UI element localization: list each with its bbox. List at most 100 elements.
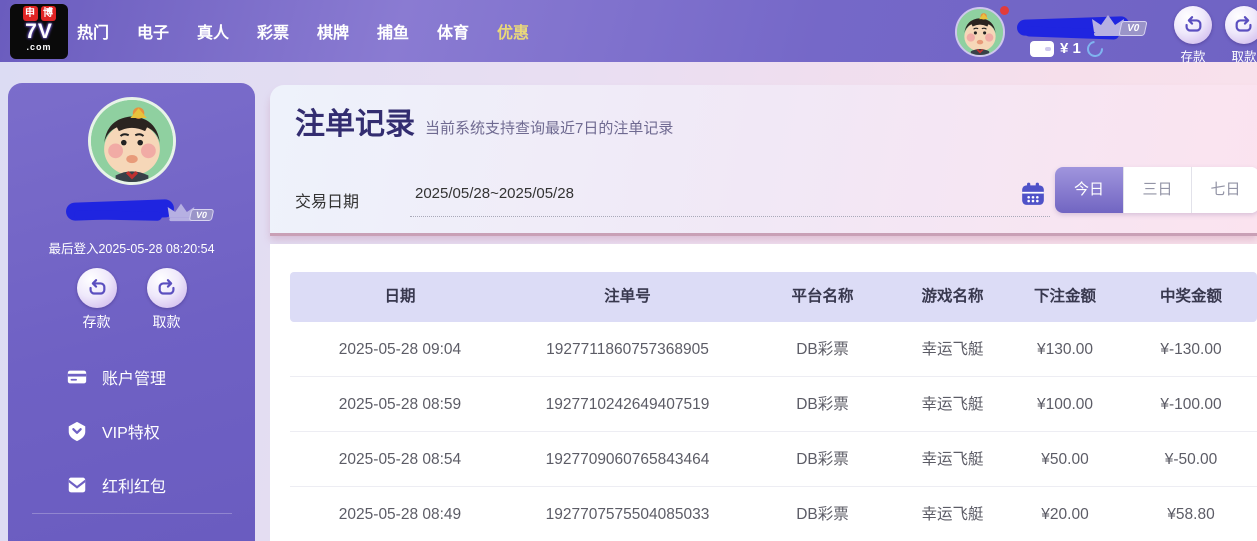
table-cell: 1927710242649407519 <box>545 396 710 413</box>
site-logo[interactable]: 申 博 7V .com <box>10 4 68 59</box>
nav-item-5[interactable]: 棋牌 <box>317 19 349 43</box>
column-header: 日期 <box>384 288 416 305</box>
date-filter-row: 交易日期 2025/05/28~2025/05/28 今日 三日 七日 <box>295 167 1257 221</box>
sidebar: V0 最后登入2025-05-28 08:20:54 存款 取款 账户管理 VIP… <box>8 83 255 541</box>
avatar[interactable] <box>955 7 1005 57</box>
vip-badge: V0 <box>166 201 215 223</box>
table-header-row: 日期 注单号 平台名称 游戏名称 下注金额 中奖金额 <box>290 272 1257 322</box>
logo-char-1: 申 <box>22 6 38 21</box>
sidebar-menu: 账户管理 VIP特权红利红包 <box>66 365 166 527</box>
table-cell: ¥-100.00 <box>1160 396 1222 413</box>
table-cell: ¥100.00 <box>1036 396 1094 413</box>
table-cell: 1927707575504085033 <box>545 506 710 523</box>
withdraw-label: 取款 <box>1231 50 1257 64</box>
table-cell: DB彩票 <box>796 451 849 468</box>
column-header: 中奖金额 <box>1159 288 1222 305</box>
withdraw-button[interactable]: 取款 <box>143 268 191 332</box>
sidebar-divider <box>32 513 232 514</box>
column-header: 游戏名称 <box>921 288 984 305</box>
date-quick-tabs: 今日 三日 七日 <box>1055 167 1257 213</box>
table-cell: 幸运飞艇 <box>921 506 984 523</box>
table-row: 2025-05-28 08:59 1927710242649407519 DB彩票 幸… <box>290 377 1257 432</box>
logo-char-2: 博 <box>40 6 56 21</box>
header-user-area: V0 ¥ 1 存款 取款 <box>952 0 1257 65</box>
records-table-card: 日期 注单号 平台名称 游戏名称 下注金额 中奖金额 2025-05-28 09:04 19… <box>270 244 1257 541</box>
table-cell: DB彩票 <box>796 341 849 358</box>
column-header: 下注金额 <box>1033 288 1096 305</box>
nav-item-8[interactable]: 优惠 <box>497 19 529 43</box>
gem-icon <box>66 420 88 442</box>
deposit-button[interactable]: 存款 <box>1169 6 1217 65</box>
balance-amount: ¥ 1 <box>1060 40 1081 57</box>
vip-level: V0 <box>188 209 215 221</box>
table-cell: ¥-50.00 <box>1164 451 1218 468</box>
table-cell: 2025-05-28 08:49 <box>338 506 462 523</box>
last-login-text: 最后登入2025-05-28 08:20:54 <box>48 242 215 256</box>
date-range-input[interactable]: 2025/05/28~2025/05/28 <box>410 177 1050 217</box>
table-cell: 2025-05-28 08:59 <box>338 396 462 413</box>
nav-item-6[interactable]: 捕鱼 <box>377 19 409 43</box>
deposit-label: 存款 <box>82 314 111 330</box>
page-title: 注单记录 <box>295 108 415 141</box>
wallet-icon <box>1030 40 1054 57</box>
deposit-button[interactable]: 存款 <box>73 268 121 332</box>
sidebar-menu-item-2[interactable]: VIP特权 <box>66 419 166 443</box>
page: { "brand": { "logo_sq1": "申", "logo_sq2"… <box>0 0 1257 541</box>
vip-badge: V0 <box>1090 12 1148 38</box>
sidebar-menu-label: 红利红包 <box>102 479 167 496</box>
deposit-icon <box>86 277 108 299</box>
logo-7v: 7V <box>25 20 53 43</box>
table-row: 2025-05-28 08:54 1927709060765843464 DB彩票 幸… <box>290 432 1257 487</box>
table-row: 2025-05-28 09:04 1927711860757368905 DB彩票 幸… <box>290 322 1257 377</box>
table-row: 2025-05-28 08:49 1927707575504085033 DB彩票 幸… <box>290 487 1257 541</box>
table-cell: DB彩票 <box>796 506 849 523</box>
column-header: 注单号 <box>604 288 651 305</box>
tab-2[interactable]: 三日 <box>1123 167 1191 213</box>
calendar-icon[interactable] <box>1020 181 1048 209</box>
withdraw-button[interactable]: 取款 <box>1220 6 1257 65</box>
red-packet-icon <box>66 474 88 496</box>
sidebar-username-row: V0 <box>8 195 255 225</box>
table-cell: 2025-05-28 08:54 <box>338 451 462 468</box>
vip-level: V0 <box>1118 21 1148 36</box>
notification-dot <box>1000 6 1009 15</box>
table-cell: 2025-05-28 09:04 <box>338 341 462 358</box>
table-cell: 幸运飞艇 <box>921 396 984 413</box>
column-header: 平台名称 <box>791 288 854 305</box>
nav-item-1[interactable]: 热门 <box>77 19 109 43</box>
table-cell: 1927709060765843464 <box>545 451 710 468</box>
records-table: 日期 注单号 平台名称 游戏名称 下注金额 中奖金额 2025-05-28 09:04 19… <box>290 272 1257 541</box>
nav-item-4[interactable]: 彩票 <box>257 19 289 43</box>
table-cell: 幸运飞艇 <box>921 341 984 358</box>
nav-item-2[interactable]: 电子 <box>137 19 169 43</box>
deposit-label: 存款 <box>1180 50 1206 64</box>
withdraw-label: 取款 <box>152 314 181 330</box>
table-cell: ¥58.80 <box>1167 506 1215 523</box>
page-subtitle: 当前系统支持查询最近7日的注单记录 <box>425 120 674 137</box>
table-cell: 幸运飞艇 <box>921 451 984 468</box>
withdraw-icon <box>1233 14 1255 36</box>
tab-1[interactable]: 今日 <box>1055 167 1123 213</box>
sidebar-menu-label: 账户管理 <box>102 371 167 388</box>
sidebar-menu-item-3[interactable]: 红利红包 <box>66 473 166 497</box>
records-header-card: 注单记录 当前系统支持查询最近7日的注单记录 交易日期 2025/05/28~2… <box>270 85 1257 233</box>
sidebar-menu-item-1[interactable]: 账户管理 <box>66 365 166 389</box>
table-body: 2025-05-28 09:04 1927711860757368905 DB彩票幸… <box>290 322 1257 541</box>
nav-item-7[interactable]: 体育 <box>437 19 469 43</box>
table-cell: DB彩票 <box>796 396 849 413</box>
main-nav: 热门 电子 真人 彩票 棋牌 捕鱼 体育 优惠 <box>77 0 557 62</box>
sidebar-menu-label: VIP特权 <box>102 425 160 442</box>
logo-characters: 申 博 <box>22 6 56 21</box>
sidebar-quick-actions: 存款 取款 <box>8 268 255 332</box>
page-title-row: 注单记录 当前系统支持查询最近7日的注单记录 <box>295 99 673 143</box>
deposit-icon <box>1182 14 1204 36</box>
withdraw-icon <box>156 277 178 299</box>
card-icon <box>66 366 88 388</box>
refresh-balance-icon[interactable] <box>1083 37 1107 60</box>
tab-3[interactable]: 七日 <box>1191 167 1257 213</box>
nav-item-3[interactable]: 真人 <box>197 19 229 43</box>
table-cell: ¥130.00 <box>1036 341 1094 358</box>
logo-com: .com <box>26 42 52 52</box>
table-cell: ¥20.00 <box>1041 506 1089 523</box>
avatar[interactable] <box>87 97 176 185</box>
